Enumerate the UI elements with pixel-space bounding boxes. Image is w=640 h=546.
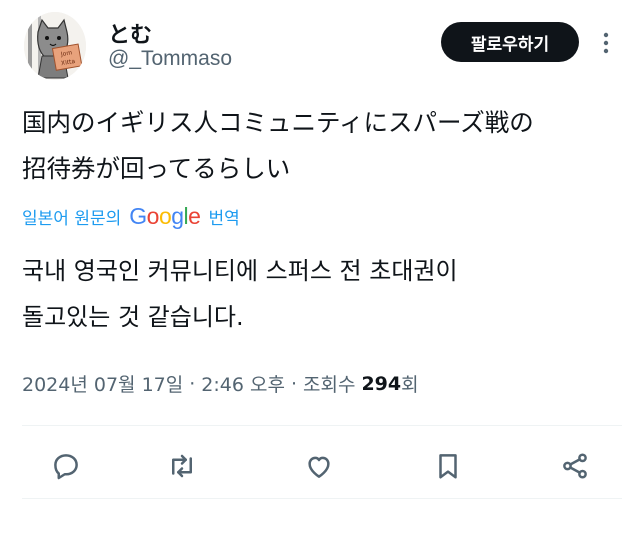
views-label: 조회수 xyxy=(303,374,356,396)
views-suffix: 회 xyxy=(401,374,419,396)
user-display-name[interactable]: とむ xyxy=(108,17,152,49)
meta-separator: · xyxy=(189,372,196,395)
share-icon[interactable] xyxy=(557,448,593,484)
translation-suffix: 번역 xyxy=(208,208,240,229)
tweet-date[interactable]: 2024년 07월 17일 xyxy=(22,370,183,397)
action-bar xyxy=(0,440,640,492)
avatar[interactable]: Jom Xitta xyxy=(24,12,86,80)
heart-icon[interactable] xyxy=(301,448,337,484)
tweet-text-line: 招待券が回ってるらしい xyxy=(22,154,291,183)
bookmark-icon[interactable] xyxy=(430,448,466,484)
tweet-text-line: 国内のイギリス人コミュニティにスパーズ戦の xyxy=(22,108,534,137)
translated-text-line: 국내 영국인 커뮤니티에 스퍼스 전 초대권이 xyxy=(22,257,458,285)
tweet-text: 国内のイギリス人コミュニティにスパーズ戦の 招待券が回ってるらしい xyxy=(22,100,622,192)
tweet-time[interactable]: 2:46 오후 xyxy=(201,370,285,397)
translation-attribution[interactable]: 일본어 원문의 Google 번역 xyxy=(22,200,240,232)
meta-separator: · xyxy=(290,372,297,395)
views-count: 294 xyxy=(361,372,402,395)
more-vertical-icon[interactable] xyxy=(596,26,616,60)
user-handle[interactable]: @_Tommaso xyxy=(108,47,232,71)
avatar-cat-illustration: Jom Xitta xyxy=(24,12,86,80)
divider xyxy=(22,498,622,499)
divider xyxy=(22,425,622,426)
tweet-header: Jom Xitta とむ @_Tommaso 팔로우하기 xyxy=(0,0,640,90)
translation-prefix: 일본어 원문의 xyxy=(22,208,122,229)
reply-icon[interactable] xyxy=(48,448,84,484)
translated-text: 국내 영국인 커뮤니티에 스퍼스 전 초대권이 돌고있는 것 같습니다. xyxy=(22,248,622,340)
tweet-meta: 2024년 07월 17일 · 2:46 오후 · 조회수 294 회 xyxy=(22,370,419,397)
translated-text-line: 돌고있는 것 같습니다. xyxy=(22,303,244,331)
follow-button[interactable]: 팔로우하기 xyxy=(441,22,579,62)
google-logo: Google xyxy=(129,202,201,229)
retweet-icon[interactable] xyxy=(164,448,200,484)
